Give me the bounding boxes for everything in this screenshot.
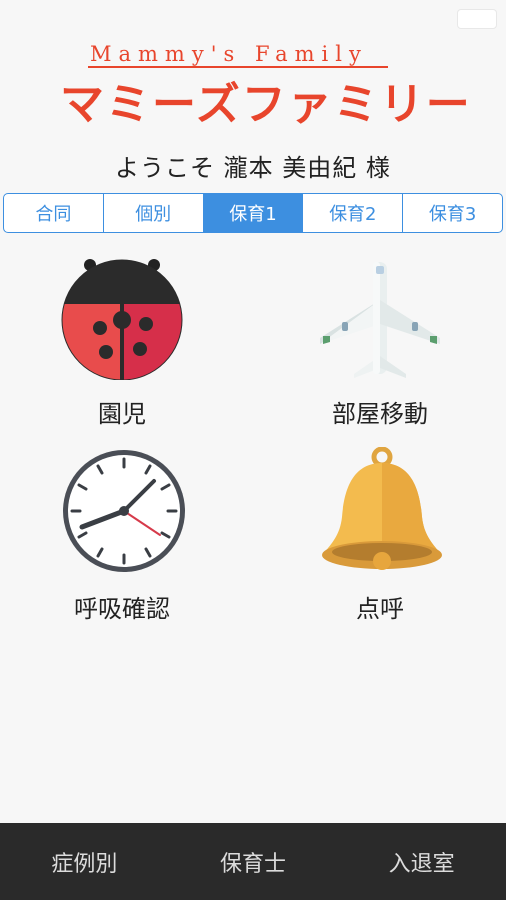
tab-joint[interactable]: 合同: [4, 194, 104, 232]
room-move-tile[interactable]: 部屋移動: [280, 256, 480, 436]
tab-childcare-1[interactable]: 保育1: [203, 194, 304, 232]
children-tile-label: 園児: [98, 400, 146, 428]
roll-call-tile-label: 点呼: [356, 595, 404, 623]
status-bar: [0, 0, 506, 34]
tab-childcare-3[interactable]: 保育3: [403, 194, 502, 232]
breathing-check-tile[interactable]: 呼吸確認: [22, 447, 222, 627]
logo-japanese-text: マミーズファミリー: [60, 79, 472, 130]
bell-icon: [322, 447, 442, 570]
breathing-check-tile-label: 呼吸確認: [74, 595, 170, 623]
nav-by-case[interactable]: 症例別: [0, 823, 169, 900]
tab-childcare-2[interactable]: 保育2: [303, 194, 404, 232]
children-tile[interactable]: 園児: [22, 256, 222, 436]
tab-individual[interactable]: 個別: [104, 194, 204, 232]
ladybug-icon: [61, 259, 183, 380]
app-logo: Mammy's Family マミーズファミリー: [60, 40, 470, 130]
bottom-navigation: 症例別 保育士 入退室: [0, 823, 506, 900]
nav-nursery-teacher[interactable]: 保育士: [169, 823, 338, 900]
roll-call-tile[interactable]: 点呼: [280, 447, 480, 627]
airplane-icon: [320, 262, 440, 378]
room-move-tile-label: 部屋移動: [332, 400, 428, 428]
logo-english-text: Mammy's Family: [90, 42, 368, 66]
nav-entry-exit[interactable]: 入退室: [337, 823, 506, 900]
battery-icon: [458, 10, 496, 28]
welcome-message: ようこそ 瀧本 美由紀 様: [115, 154, 391, 182]
clock-icon: [63, 450, 185, 572]
tab-bar: 合同 個別 保育1 保育2 保育3: [3, 193, 503, 233]
